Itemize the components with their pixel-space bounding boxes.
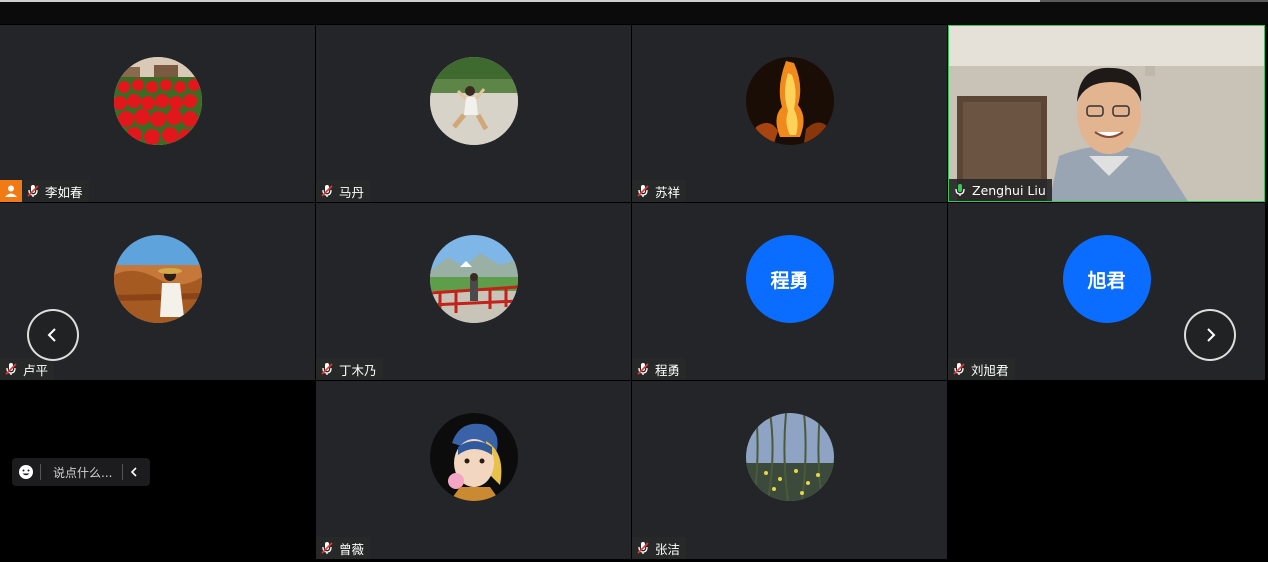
participant-avatar-text: 程勇: [745, 235, 834, 323]
mic-muted-icon: [27, 185, 39, 197]
participant-tile-madan[interactable]: 马丹: [316, 25, 631, 202]
chevron-left-icon: [131, 467, 138, 477]
mic-muted-icon: [637, 542, 649, 554]
participant-nametag: 马丹: [316, 180, 371, 202]
participant-tile-zengwei[interactable]: 曾薇: [316, 381, 631, 559]
participant-name: 曾薇: [339, 541, 365, 557]
participant-nametag: 苏祥: [632, 180, 687, 202]
participant-avatar-pearl-earring: [429, 413, 518, 501]
collapse-chat-button[interactable]: [123, 466, 145, 478]
participant-name: 刘旭君: [971, 362, 1009, 378]
mic-muted-icon: [321, 542, 333, 554]
participant-avatar-bridge: [429, 235, 518, 323]
participant-nametag: 张洁: [632, 537, 687, 559]
participant-name: 苏祥: [655, 184, 681, 200]
emoji-icon: [19, 465, 33, 479]
participant-tile-zhangjie[interactable]: 张洁: [632, 381, 947, 559]
participant-name: 卢平: [23, 362, 49, 378]
host-badge: [0, 180, 22, 202]
top-bar: [0, 0, 1268, 24]
participant-tile-dingmunai[interactable]: 丁木乃: [316, 203, 631, 380]
participant-avatar-tulips: [113, 57, 202, 145]
participant-avatar-canyon: [113, 235, 202, 323]
participant-avatar-fire: [745, 57, 834, 145]
participant-name: 张洁: [655, 541, 681, 557]
mic-muted-icon: [321, 363, 333, 375]
participant-tile-lirc[interactable]: 李如春: [0, 25, 315, 202]
mic-muted-icon: [953, 363, 965, 375]
mic-muted-icon: [5, 363, 17, 375]
participant-nametag: 丁木乃: [316, 358, 383, 380]
participant-nametag: 程勇: [632, 358, 687, 380]
participant-name: 程勇: [655, 362, 681, 378]
mic-muted-icon: [637, 363, 649, 375]
participant-nametag: 曾薇: [316, 537, 371, 559]
participant-tile-chengyong[interactable]: 程勇 程勇: [632, 203, 947, 380]
participant-name: 李如春: [45, 184, 83, 200]
participant-avatar-text: 旭君: [1062, 235, 1151, 323]
previous-page-button[interactable]: [27, 309, 79, 361]
mic-active-icon: [955, 184, 965, 196]
chevron-right-icon: [1207, 328, 1216, 342]
participant-name: 马丹: [339, 184, 365, 200]
mic-muted-icon: [321, 185, 333, 197]
host-icon: [5, 185, 17, 197]
participant-nametag: 刘旭君: [948, 358, 1015, 380]
participant-name: Zenghui Liu: [972, 182, 1046, 198]
chat-bar: 说点什么...: [12, 458, 150, 486]
participant-video: [949, 26, 1264, 201]
chevron-left-icon: [47, 328, 56, 342]
participant-nametag: Zenghui Liu: [949, 179, 1052, 201]
participant-avatar-dancer: [429, 57, 518, 145]
emoji-button[interactable]: [12, 464, 40, 480]
mic-muted-icon: [637, 185, 649, 197]
participant-tile-suxiang[interactable]: 苏祥: [632, 25, 947, 202]
next-page-button[interactable]: [1184, 309, 1236, 361]
participant-nametag: 李如春: [22, 180, 89, 202]
chat-input[interactable]: 说点什么...: [41, 464, 122, 481]
participant-tile-zenghui-liu[interactable]: Zenghui Liu: [948, 25, 1265, 202]
participant-nametag: 卢平: [0, 358, 55, 380]
participant-avatar-willow: [745, 413, 834, 501]
participant-name: 丁木乃: [339, 362, 377, 378]
